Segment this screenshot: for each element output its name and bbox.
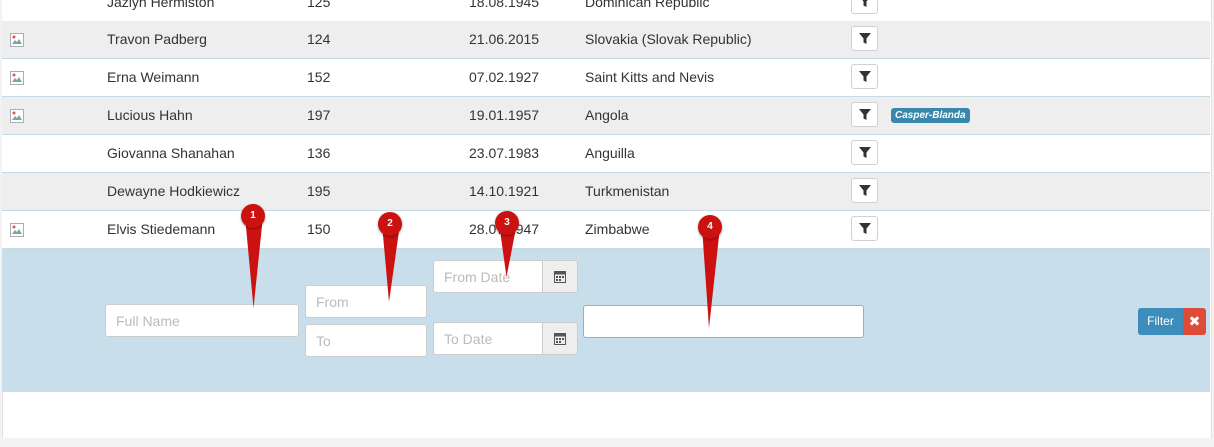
filter-icon — [859, 147, 871, 158]
broken-image-icon — [10, 71, 24, 85]
marker-number: 4 — [698, 215, 722, 239]
row-filter-button[interactable] — [851, 26, 878, 51]
filter-icon — [859, 223, 871, 234]
cell-country: Angola — [585, 107, 629, 123]
to-date-input[interactable] — [433, 322, 543, 355]
to-date-calendar-button[interactable] — [543, 322, 578, 355]
calendar-icon — [554, 333, 566, 345]
cell-country: Anguilla — [585, 145, 635, 161]
close-icon: ✖ — [1188, 313, 1201, 329]
marker-pin — [245, 216, 263, 308]
clear-filter-button[interactable]: ✖ — [1183, 308, 1206, 335]
row-filter-button[interactable] — [851, 140, 878, 165]
full-name-input[interactable] — [105, 304, 299, 337]
annotation-marker: 2 — [378, 212, 404, 302]
cell-number: 152 — [307, 69, 331, 85]
filter-icon — [859, 185, 871, 196]
row-filter-button[interactable] — [851, 102, 878, 127]
cell-name: Elvis Stiedemann — [107, 221, 216, 237]
cell-number: 125 — [307, 0, 331, 10]
from-date-calendar-button[interactable] — [543, 260, 578, 293]
filter-row: Filter ✖ — [2, 249, 1210, 392]
calendar-icon — [554, 271, 566, 283]
row-filter-button[interactable] — [851, 64, 878, 89]
from-date-input[interactable] — [433, 260, 543, 293]
cell-number: 124 — [307, 31, 331, 47]
cell-name: Dewayne Hodkiewicz — [107, 183, 241, 199]
cell-number: 136 — [307, 145, 331, 161]
table-row: Lucious Hahn 197 19.01.1957 Angola Caspe… — [2, 97, 1210, 135]
cell-number: 195 — [307, 183, 331, 199]
filter-button[interactable]: Filter — [1138, 308, 1183, 335]
row-filter-button[interactable] — [851, 178, 878, 203]
broken-image-icon — [10, 109, 24, 123]
filter-icon — [859, 33, 871, 44]
broken-image-icon — [10, 223, 24, 237]
annotation-marker: 1 — [241, 204, 267, 308]
table-row: Dewayne Hodkiewicz 195 14.10.1921 Turkme… — [2, 173, 1210, 211]
cell-number: 150 — [307, 221, 331, 237]
cell-number: 197 — [307, 107, 331, 123]
marker-number: 2 — [378, 212, 402, 236]
table-row: Giovanna Shanahan 136 23.07.1983 Anguill… — [2, 135, 1210, 173]
annotation-marker: 4 — [698, 215, 724, 328]
cell-country: Slovakia (Slovak Republic) — [585, 31, 752, 47]
marker-number: 3 — [495, 211, 519, 235]
cell-date: 23.07.1983 — [469, 145, 540, 161]
cell-date: 18.08.1945 — [469, 0, 540, 10]
marker-pin — [702, 227, 720, 328]
cell-country: Saint Kitts and Nevis — [585, 69, 715, 85]
cell-country: Dominican Republic — [585, 0, 710, 10]
row-filter-button[interactable] — [851, 216, 878, 241]
cell-date: 07.02.1927 — [469, 69, 540, 85]
table-row: Travon Padberg 124 21.06.2015 Slovakia (… — [2, 21, 1210, 59]
number-to-input[interactable] — [305, 324, 427, 357]
table-row: Jazlyn Hermiston 125 18.08.1945 Dominica… — [2, 0, 1210, 22]
number-from-input[interactable] — [305, 285, 427, 318]
cell-name: Travon Padberg — [107, 31, 207, 47]
cell-country: Zimbabwe — [585, 221, 650, 237]
cell-name: Giovanna Shanahan — [107, 145, 235, 161]
marker-number: 1 — [241, 204, 265, 228]
cell-name: Erna Weimann — [107, 69, 200, 85]
cell-country: Turkmenistan — [585, 183, 670, 199]
table-row: Erna Weimann 152 07.02.1927 Saint Kitts … — [2, 59, 1210, 97]
broken-image-icon — [10, 33, 24, 47]
company-tag[interactable]: Casper-Blanda — [891, 108, 970, 123]
filter-icon — [859, 71, 871, 82]
cell-date: 19.01.1957 — [469, 107, 540, 123]
cell-date: 14.10.1921 — [469, 183, 540, 199]
cell-name: Jazlyn Hermiston — [107, 0, 215, 10]
row-filter-button[interactable] — [851, 0, 878, 14]
filter-icon — [862, 0, 868, 7]
cell-date: 21.06.2015 — [469, 31, 540, 47]
cell-name: Lucious Hahn — [107, 107, 193, 123]
table-row: Elvis Stiedemann 150 28.07.1947 Zimbabwe — [2, 211, 1210, 249]
annotation-marker: 3 — [495, 211, 521, 277]
filter-icon — [859, 109, 871, 120]
